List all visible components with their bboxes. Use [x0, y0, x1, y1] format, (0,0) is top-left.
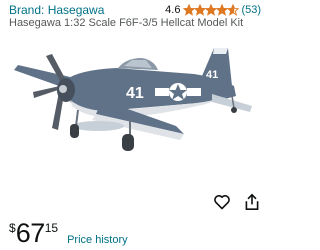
price-currency-symbol: $	[9, 221, 16, 235]
share-icon[interactable]	[243, 193, 261, 211]
price-history-link[interactable]: Price history	[67, 233, 128, 247]
star-icon	[227, 4, 240, 16]
star-icon	[216, 4, 229, 16]
price-whole: 67	[15, 218, 46, 248]
tail-number-41: 41	[206, 69, 218, 81]
product-title: Hasegawa 1:32 Scale F6F-3/5 Hellcat Mode…	[9, 17, 244, 29]
star-icon	[194, 4, 207, 16]
heart-icon[interactable]	[213, 193, 231, 211]
star-icon	[183, 4, 196, 16]
star-icon	[205, 4, 218, 16]
star-rating	[183, 4, 240, 16]
product-image[interactable]: 41 41	[6, 34, 260, 190]
price-block: $ 67 15 Price history	[9, 218, 128, 248]
product-actions	[213, 193, 261, 211]
fuselage-number-41: 41	[126, 85, 144, 102]
price-fraction: 15	[44, 221, 59, 235]
airplane-model-image: 41 41	[14, 48, 252, 151]
